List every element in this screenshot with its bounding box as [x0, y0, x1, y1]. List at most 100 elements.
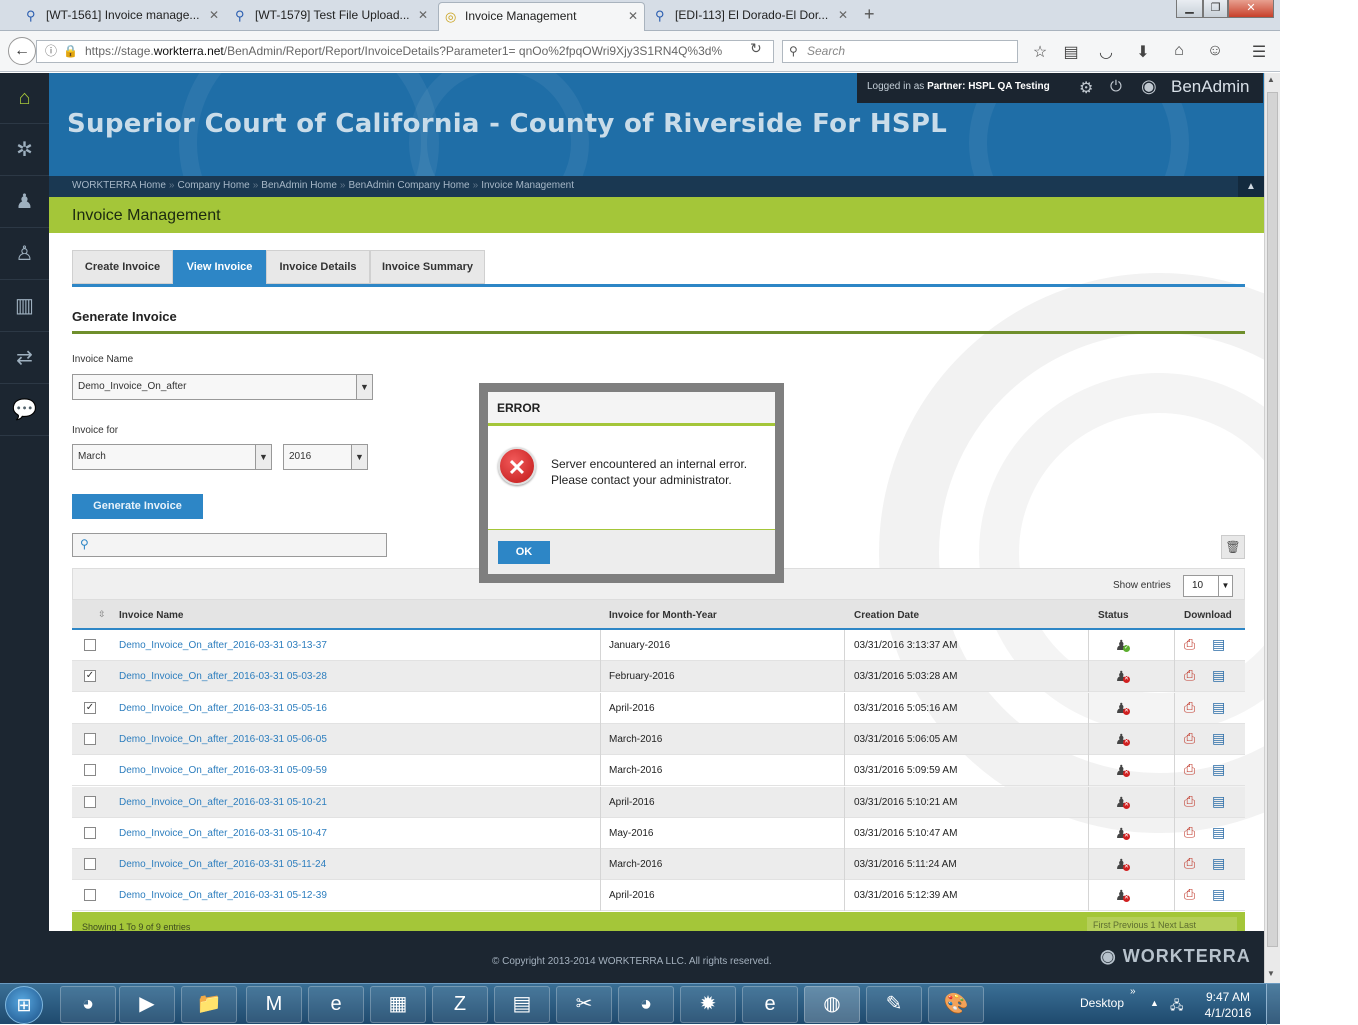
- close-window-button[interactable]: ✕: [1228, 0, 1274, 18]
- new-tab-button[interactable]: +: [864, 4, 875, 25]
- sidebar-user-icon[interactable]: ♙: [0, 229, 49, 280]
- desktop-toolbar-label[interactable]: Desktop: [1080, 996, 1124, 1010]
- file-explorer-icon[interactable]: 📁: [181, 986, 237, 1023]
- browser-tab-4[interactable]: ⚲ [EDI-113] El Dorado-El Dor... ✕: [649, 2, 854, 31]
- sidebar-reports-chart-icon[interactable]: ▥: [0, 281, 49, 332]
- close-tab-icon[interactable]: ✕: [418, 2, 428, 29]
- invoice-name-link[interactable]: Demo_Invoice_On_after_2016-03-31 05-09-5…: [119, 765, 327, 776]
- download-excel-icon[interactable]: ▤: [1212, 761, 1225, 778]
- windows-start-icon[interactable]: ⊞: [5, 986, 43, 1024]
- download-pdf-icon[interactable]: ⎙: [1184, 824, 1195, 841]
- download-pdf-icon[interactable]: ⎙: [1184, 636, 1195, 653]
- download-pdf-icon[interactable]: ⎙: [1184, 793, 1195, 810]
- breadcrumb-item[interactable]: Company Home: [177, 180, 249, 191]
- pagination[interactable]: First Previous 1 Next Last: [1087, 917, 1237, 931]
- scroll-down-arrow[interactable]: ▼: [1267, 969, 1275, 978]
- row-checkbox[interactable]: ✓: [84, 701, 96, 714]
- row-checkbox[interactable]: [84, 732, 96, 745]
- download-pdf-icon[interactable]: ⎙: [1184, 761, 1195, 778]
- column-header-invoice-name[interactable]: Invoice Name: [119, 610, 183, 621]
- delete-button[interactable]: 🗑: [1221, 535, 1245, 559]
- chrome-icon[interactable]: ◕: [618, 986, 674, 1023]
- breadcrumb-item[interactable]: WORKTERRA Home: [72, 180, 166, 191]
- reading-list-icon[interactable]: ▤: [1061, 42, 1081, 62]
- table-search-input[interactable]: ⚲: [72, 533, 387, 557]
- browser-tab-3-active[interactable]: ◎ Invoice Management ✕: [438, 2, 645, 31]
- sidebar-home-icon[interactable]: ⌂: [0, 73, 49, 124]
- scrollbar-thumb[interactable]: [1267, 92, 1278, 947]
- sidebar-settings-icon[interactable]: ✲: [0, 125, 49, 176]
- chevron-down-icon[interactable]: ▼: [351, 445, 367, 469]
- network-icon[interactable]: 🖧: [1170, 996, 1183, 1017]
- download-excel-icon[interactable]: ▤: [1212, 636, 1225, 653]
- bookmark-star-icon[interactable]: ☆: [1030, 42, 1050, 62]
- row-checkbox[interactable]: [84, 889, 96, 902]
- download-icon[interactable]: ⬇: [1133, 42, 1153, 62]
- download-excel-icon[interactable]: ▤: [1212, 886, 1225, 903]
- minimize-button[interactable]: ▁: [1176, 0, 1203, 18]
- reload-icon[interactable]: ↻: [750, 40, 762, 57]
- tab-create-invoice[interactable]: Create Invoice: [72, 250, 173, 284]
- download-excel-icon[interactable]: ▤: [1212, 793, 1225, 810]
- row-checkbox[interactable]: ✓: [84, 670, 96, 683]
- invoice-name-link[interactable]: Demo_Invoice_On_after_2016-03-31 05-11-2…: [119, 859, 326, 870]
- invoice-name-link[interactable]: Demo_Invoice_On_after_2016-03-31 05-10-2…: [119, 797, 327, 808]
- firefox-icon[interactable]: ◍: [804, 986, 860, 1023]
- search-input[interactable]: ⚲ Search: [782, 40, 1018, 63]
- show-desktop-button[interactable]: [1266, 984, 1280, 1025]
- download-pdf-icon[interactable]: ⎙: [1184, 855, 1195, 872]
- download-excel-icon[interactable]: ▤: [1212, 824, 1225, 841]
- chevron-down-icon[interactable]: ▼: [356, 375, 372, 399]
- chat-icon[interactable]: ☺: [1205, 42, 1225, 60]
- power-icon[interactable]: ⏻: [1110, 78, 1122, 95]
- z-app-icon[interactable]: Z: [432, 986, 488, 1023]
- internet-explorer-icon[interactable]: e: [308, 986, 364, 1023]
- chrome-icon[interactable]: ◕: [60, 986, 116, 1023]
- chevron-down-icon[interactable]: ▼: [1218, 576, 1232, 596]
- home-icon[interactable]: ⌂: [1169, 42, 1189, 60]
- invoice-name-link[interactable]: Demo_Invoice_On_after_2016-03-31 03-13-3…: [119, 640, 327, 651]
- year-select[interactable]: 2016 ▼: [283, 444, 368, 470]
- month-select[interactable]: March ▼: [72, 444, 272, 470]
- scroll-up-arrow[interactable]: ▲: [1267, 75, 1275, 84]
- close-tab-icon[interactable]: ✕: [838, 2, 848, 29]
- browser-tab-2[interactable]: ⚲ [WT-1579] Test File Upload... ✕: [229, 2, 434, 31]
- invoice-name-link[interactable]: Demo_Invoice_On_after_2016-03-31 05-03-2…: [119, 671, 327, 682]
- row-checkbox[interactable]: [84, 764, 96, 777]
- tab-invoice-summary[interactable]: Invoice Summary: [370, 250, 485, 284]
- notepad-icon[interactable]: ✎: [866, 986, 922, 1023]
- mcafee-icon[interactable]: M: [246, 986, 302, 1023]
- close-tab-icon[interactable]: ✕: [209, 2, 219, 29]
- download-excel-icon[interactable]: ▤: [1212, 667, 1225, 684]
- firebug-icon[interactable]: ✹: [680, 986, 736, 1023]
- chevron-up-icon[interactable]: ▲: [1238, 176, 1264, 197]
- snipping-tool-icon[interactable]: ✂: [556, 986, 612, 1023]
- sort-icon[interactable]: ⇳: [98, 609, 106, 620]
- breadcrumb-item[interactable]: BenAdmin Company Home: [348, 180, 469, 191]
- browser-tab-1[interactable]: ⚲ [WT-1561] Invoice manage... ✕: [20, 2, 225, 31]
- generate-invoice-button[interactable]: Generate Invoice: [72, 494, 203, 519]
- sidebar-user-admin-icon[interactable]: ♟: [0, 177, 49, 228]
- download-pdf-icon[interactable]: ⎙: [1184, 699, 1195, 716]
- pocket-icon[interactable]: ◡: [1096, 42, 1116, 62]
- chevron-right-icon[interactable]: »: [1130, 986, 1136, 997]
- download-excel-icon[interactable]: ▤: [1212, 699, 1225, 716]
- invoice-name-select[interactable]: Demo_Invoice_On_after ▼: [72, 374, 373, 400]
- column-header-creation-date[interactable]: Creation Date: [854, 610, 919, 621]
- document-viewer-icon[interactable]: ▤: [494, 986, 550, 1023]
- sidebar-transfer-icon[interactable]: ⇄: [0, 333, 49, 384]
- paint-icon[interactable]: 🎨: [928, 986, 984, 1023]
- internet-explorer-icon[interactable]: e: [742, 986, 798, 1023]
- chevron-down-icon[interactable]: ▼: [255, 445, 271, 469]
- server-manager-icon[interactable]: ▦: [370, 986, 426, 1023]
- sidebar-messages-icon[interactable]: 💬: [0, 385, 49, 436]
- row-checkbox[interactable]: [84, 795, 96, 808]
- row-checkbox[interactable]: [84, 858, 96, 871]
- download-pdf-icon[interactable]: ⎙: [1184, 667, 1195, 684]
- download-excel-icon[interactable]: ▤: [1212, 730, 1225, 747]
- restore-button[interactable]: ❐: [1203, 0, 1228, 18]
- media-player-icon[interactable]: ▶: [119, 986, 175, 1023]
- invoice-name-link[interactable]: Demo_Invoice_On_after_2016-03-31 05-12-3…: [119, 890, 327, 901]
- info-icon[interactable]: ⓘ: [45, 41, 57, 62]
- invoice-name-link[interactable]: Demo_Invoice_On_after_2016-03-31 05-05-1…: [119, 703, 327, 714]
